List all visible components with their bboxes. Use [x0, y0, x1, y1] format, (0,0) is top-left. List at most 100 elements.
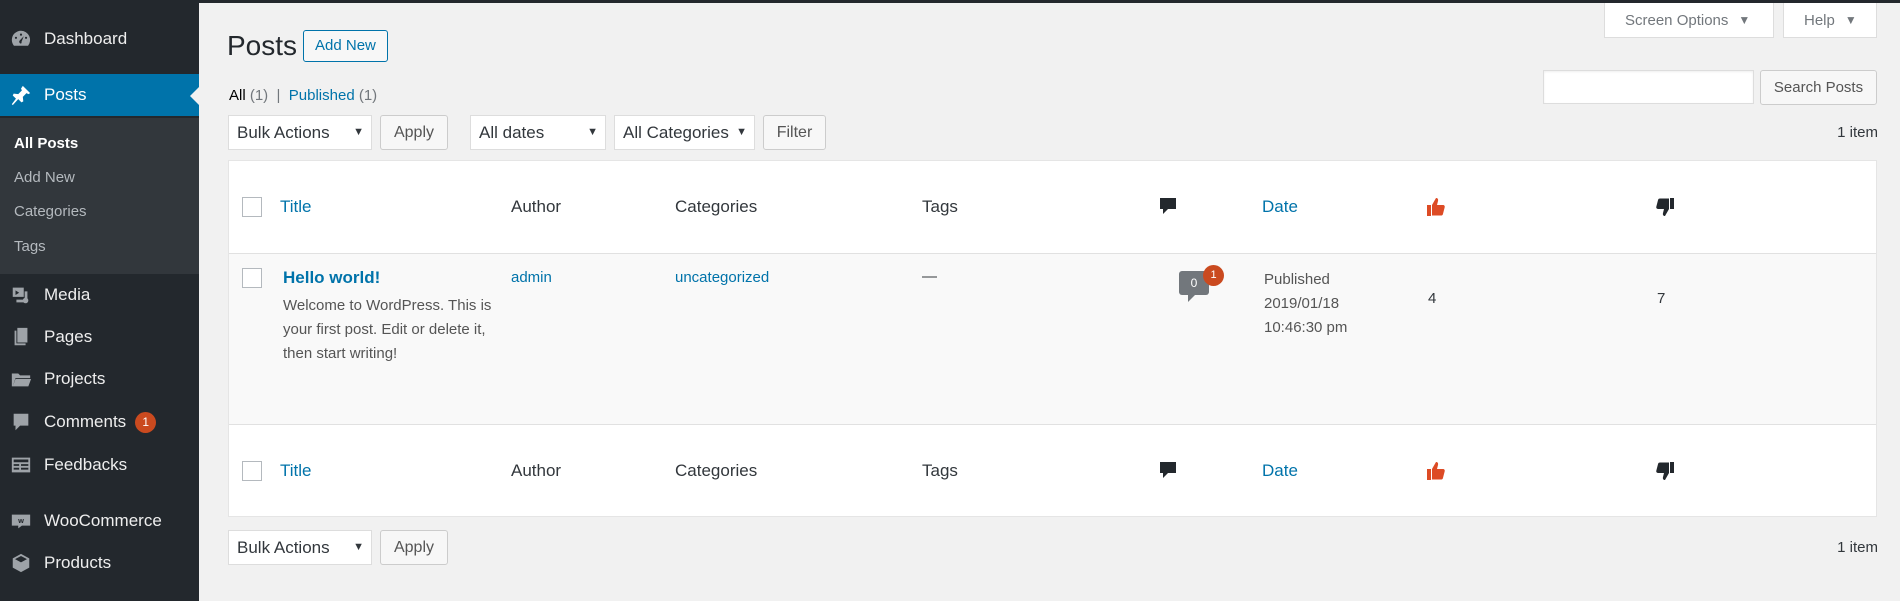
dislikes-count: 7: [1657, 290, 1666, 307]
caret-down-icon: ▼: [1844, 13, 1857, 27]
sidebar-item-label: Comments: [44, 412, 127, 431]
post-author-link[interactable]: admin: [511, 269, 552, 286]
comment-column-icon: [1158, 460, 1178, 485]
thumbs-up-icon: [1426, 197, 1446, 222]
post-status-filter: All (1) | Published (1): [229, 87, 377, 104]
pending-comments-badge: 1: [1203, 265, 1224, 286]
sidebar-item-label: Projects: [44, 369, 106, 388]
apply-button-bottom[interactable]: Apply: [380, 530, 448, 565]
items-count-bottom: 1 item: [1837, 539, 1878, 556]
posts-table: Title Author Categories Tags Date Hello …: [228, 160, 1877, 517]
filter-button[interactable]: Filter: [763, 115, 826, 150]
table-header: Title Author Categories Tags Date: [229, 161, 1876, 254]
folder-icon: [9, 367, 33, 391]
sidebar-item-posts[interactable]: Posts: [0, 74, 199, 116]
caret-down-icon: ▼: [587, 126, 598, 138]
column-categories-footer: Categories: [675, 461, 758, 480]
filter-published-link[interactable]: Published: [289, 87, 355, 104]
main-content: Screen Options ▼ Help ▼ Posts Add New Al…: [199, 0, 1900, 601]
add-new-button[interactable]: Add New: [303, 30, 388, 62]
dates-value: All dates: [479, 123, 545, 142]
likes-count: 4: [1428, 290, 1437, 307]
items-count-top: 1 item: [1837, 124, 1878, 141]
comment-column-icon: [1158, 196, 1178, 221]
post-title-link[interactable]: Hello world!: [283, 268, 380, 288]
categories-value: All Categories: [623, 123, 729, 142]
post-tags-value: —: [922, 268, 937, 285]
select-all-checkbox[interactable]: [242, 197, 262, 217]
caret-down-icon: ▼: [736, 126, 747, 138]
woo-icon: W: [9, 509, 33, 533]
column-tags-footer: Tags: [922, 461, 958, 480]
caret-down-icon: ▼: [353, 541, 364, 553]
sidebar-item-label: Pages: [44, 327, 93, 346]
posts-submenu: All Posts Add New Categories Tags: [0, 118, 199, 274]
caret-down-icon: ▼: [1738, 13, 1751, 27]
submenu-tags[interactable]: Tags: [14, 238, 46, 255]
sidebar-item-label: Media: [44, 285, 91, 304]
thumbs-down-icon: [1655, 461, 1675, 486]
sidebar-item-pages[interactable]: Pages: [0, 316, 199, 358]
apply-button-top[interactable]: Apply: [380, 115, 448, 150]
post-date-cell: Published 2019/01/18 10:46:30 pm: [1264, 268, 1347, 340]
sidebar-item-woocommerce[interactable]: W WooCommerce: [0, 500, 199, 542]
screen-options-tab[interactable]: Screen Options ▼: [1604, 3, 1774, 38]
filter-separator: |: [276, 87, 281, 104]
column-title-footer[interactable]: Title: [280, 461, 312, 481]
dashboard-icon: [9, 27, 33, 51]
media-icon: [9, 283, 33, 307]
dates-select[interactable]: All dates ▼: [470, 115, 606, 150]
select-all-checkbox-footer[interactable]: [242, 461, 262, 481]
svg-text:W: W: [18, 519, 24, 525]
bulk-actions-value: Bulk Actions: [237, 123, 330, 142]
post-date: 2019/01/18: [1264, 295, 1340, 312]
post-excerpt: Welcome to WordPress. This is your first…: [283, 297, 492, 362]
sidebar-item-comments[interactable]: Comments 1: [0, 401, 199, 443]
caret-down-icon: ▼: [353, 126, 364, 138]
post-time: 10:46:30 pm: [1264, 319, 1348, 336]
sidebar-item-label: Dashboard: [44, 29, 128, 48]
column-categories-header: Categories: [675, 197, 758, 216]
page-title: Posts: [227, 30, 298, 61]
filter-all-link[interactable]: All: [229, 87, 246, 104]
thumbs-up-icon: [1426, 461, 1446, 486]
table-footer: Title Author Categories Tags Date: [229, 424, 1876, 517]
column-date-header[interactable]: Date: [1262, 197, 1298, 217]
feedback-icon: [9, 453, 33, 477]
submenu-all-posts[interactable]: All Posts: [14, 135, 78, 152]
sidebar-item-label: Posts: [44, 85, 87, 104]
sidebar-item-dashboard[interactable]: Dashboard: [0, 18, 199, 60]
submenu-add-new[interactable]: Add New: [14, 169, 75, 186]
table-row: Hello world! Welcome to WordPress. This …: [229, 254, 1876, 424]
column-author-footer: Author: [511, 461, 562, 480]
help-label: Help: [1804, 11, 1835, 29]
sidebar-item-feedbacks[interactable]: Feedbacks: [0, 444, 199, 486]
filter-published-count: (1): [358, 87, 378, 104]
pages-icon: [9, 325, 33, 349]
filter-all-count: (1): [249, 87, 269, 104]
column-tags-header: Tags: [922, 197, 958, 216]
sidebar-item-label: Feedbacks: [44, 455, 128, 474]
sidebar-item-projects[interactable]: Projects: [0, 358, 199, 400]
comment-icon: [9, 410, 33, 434]
sidebar-item-media[interactable]: Media: [0, 274, 199, 316]
box-icon: [9, 551, 33, 575]
categories-select[interactable]: All Categories ▼: [614, 115, 755, 150]
search-posts-button[interactable]: Search Posts: [1760, 70, 1877, 105]
sidebar-item-label: WooCommerce: [44, 511, 162, 530]
bulk-actions-value: Bulk Actions: [237, 538, 330, 557]
sidebar-item-products[interactable]: Products: [0, 542, 199, 584]
row-checkbox[interactable]: [242, 268, 262, 288]
pin-icon: [9, 83, 33, 107]
column-date-footer[interactable]: Date: [1262, 461, 1298, 481]
search-posts-input[interactable]: [1543, 70, 1754, 104]
screen-options-label: Screen Options: [1625, 11, 1729, 29]
bulk-actions-select-bottom[interactable]: Bulk Actions ▼: [228, 530, 372, 565]
column-title-header[interactable]: Title: [280, 197, 312, 217]
post-category-link[interactable]: uncategorized: [675, 269, 769, 286]
bulk-actions-select-top[interactable]: Bulk Actions ▼: [228, 115, 372, 150]
help-tab[interactable]: Help ▼: [1783, 3, 1877, 38]
submenu-categories[interactable]: Categories: [14, 203, 87, 220]
comments-count-badge: 1: [135, 411, 157, 433]
column-author-header: Author: [511, 197, 562, 216]
